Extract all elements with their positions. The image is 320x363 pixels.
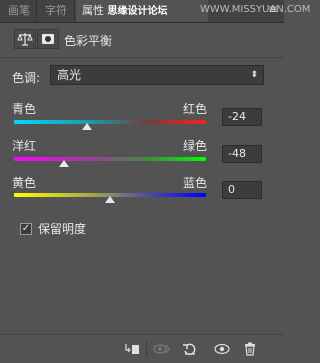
panel-menu-icon[interactable]: ≡: [268, 2, 278, 16]
balance-scale-svg: [17, 33, 33, 46]
tab-brush[interactable]: 画笔: [2, 0, 37, 22]
magenta-green-slider-track[interactable]: [14, 157, 206, 161]
slider-blue-label: 蓝色: [183, 176, 208, 190]
panel-title: 色彩平衡: [64, 34, 113, 48]
reset-svg: [183, 343, 196, 356]
slider-green-label: 绿色: [183, 139, 208, 153]
slider-cyan-label: 青色: [12, 102, 37, 116]
tone-select[interactable]: 高光 ⬍: [50, 65, 264, 85]
tone-label: 色调:: [12, 71, 41, 85]
trash-svg: [245, 342, 255, 356]
cyan-red-value-field[interactable]: -24: [222, 108, 262, 126]
tab-properties-label: 属性: [82, 4, 104, 17]
eye-svg: [214, 343, 230, 355]
slider-yellow-label: 黄色: [12, 176, 37, 190]
trash-icon[interactable]: [240, 340, 260, 358]
cyan-red-slider-thumb[interactable]: [81, 123, 92, 130]
select-arrows-icon: ⬍: [250, 70, 258, 80]
properties-header: 色彩平衡: [0, 23, 284, 58]
footer-separator: [146, 341, 147, 357]
view-previous-icon[interactable]: [152, 340, 172, 358]
reset-icon[interactable]: [180, 340, 200, 358]
clip-to-layer-icon[interactable]: [122, 340, 142, 358]
eye-icon[interactable]: [212, 340, 232, 358]
tone-select-value: 高光: [57, 68, 82, 82]
clip-svg: [125, 344, 139, 354]
layer-mask-icon[interactable]: [37, 29, 59, 49]
watermark: 思缘设计论坛: [107, 6, 168, 17]
slider-magenta-label: 洋红: [12, 139, 37, 153]
watermark-tail: WWW.MISSYUAN.COM: [200, 4, 311, 15]
panel-tab-bar: 画笔 字符 属性 思缘设计论坛 WWW.MISSYUAN.COM ≡: [0, 0, 310, 23]
tab-properties[interactable]: 属性 思缘设计论坛: [76, 0, 208, 22]
magenta-green-value-field[interactable]: -48: [222, 145, 262, 163]
balance-scale-icon[interactable]: [14, 29, 36, 49]
slider-red-label: 红色: [183, 102, 208, 116]
tab-character[interactable]: 字符: [38, 0, 75, 22]
view-previous-svg: [153, 344, 170, 354]
mask-shape: [42, 34, 54, 44]
cyan-red-slider-track[interactable]: [14, 120, 206, 124]
preserve-luminosity-checkbox[interactable]: ✓: [20, 222, 32, 235]
yellow-blue-value-field[interactable]: 0: [222, 181, 262, 199]
yellow-blue-slider-thumb[interactable]: [105, 196, 115, 203]
magenta-green-slider-thumb[interactable]: [58, 160, 69, 167]
panel-footer: [0, 334, 284, 363]
preserve-luminosity-label: 保留明度: [38, 222, 87, 236]
preserve-luminosity-row[interactable]: ✓ 保留明度: [20, 220, 86, 237]
